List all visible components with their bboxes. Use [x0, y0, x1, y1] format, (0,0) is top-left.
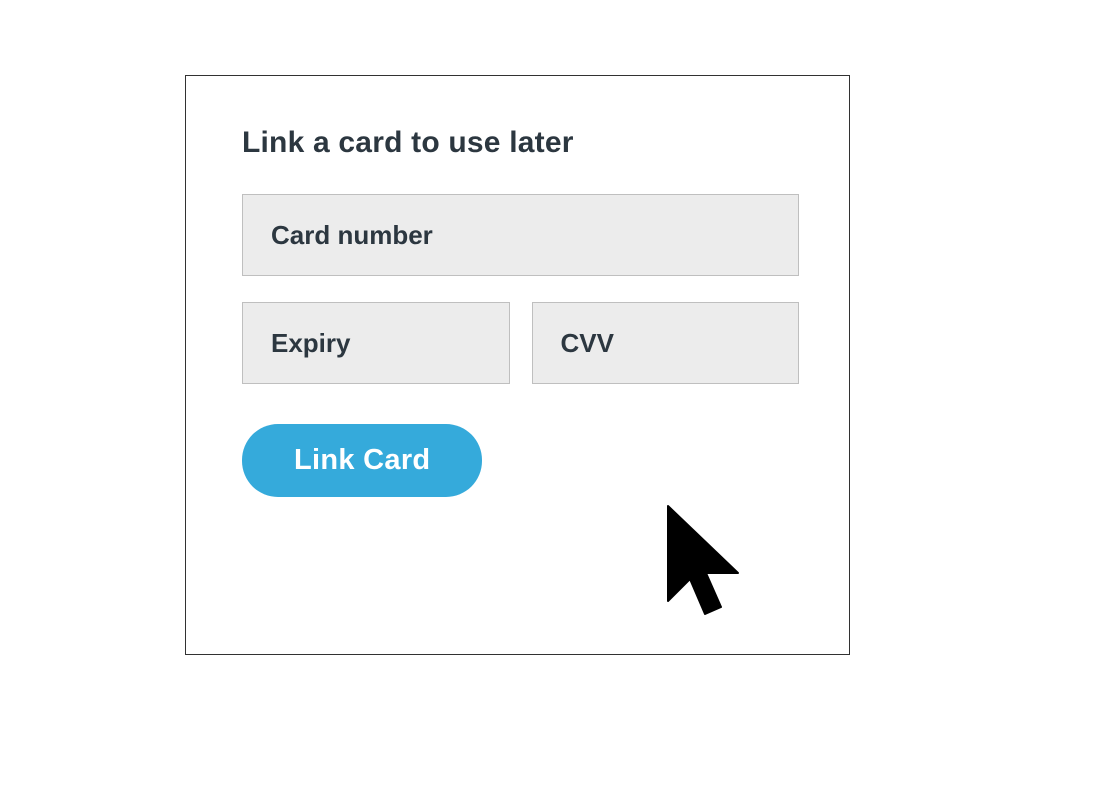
link-card-dialog: Link a card to use later Link Card	[185, 75, 850, 655]
link-card-button[interactable]: Link Card	[242, 424, 482, 497]
expiry-cvv-row	[242, 302, 799, 384]
card-number-row	[242, 194, 799, 276]
expiry-input[interactable]	[242, 302, 510, 384]
card-number-input[interactable]	[242, 194, 799, 276]
dialog-title: Link a card to use later	[242, 126, 799, 160]
cvv-input[interactable]	[532, 302, 800, 384]
